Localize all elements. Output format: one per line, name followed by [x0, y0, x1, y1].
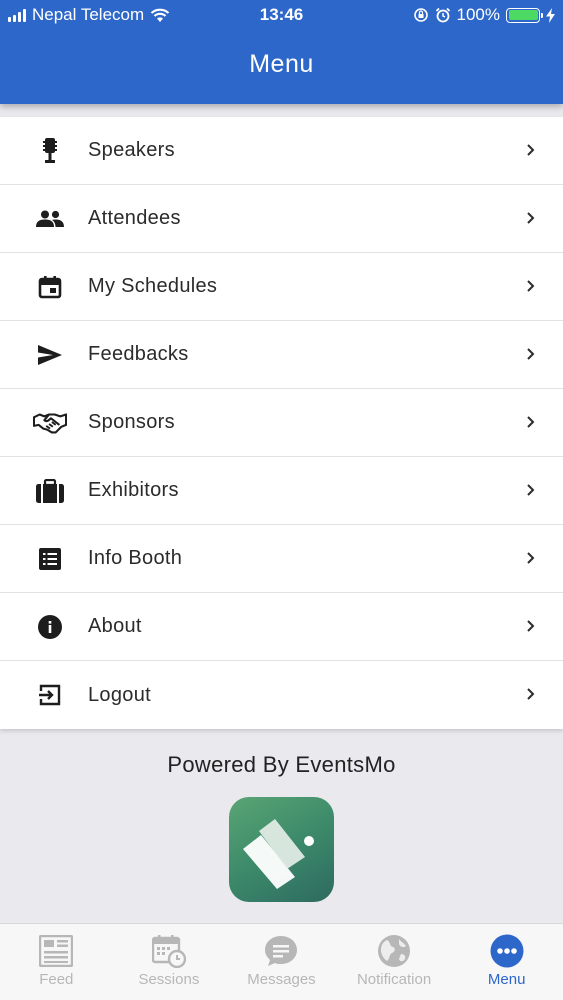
alarm-icon [435, 7, 450, 23]
chevron-right-icon [527, 144, 535, 156]
chevron-right-icon [527, 552, 535, 564]
messages-icon [263, 933, 299, 969]
tab-label: Notification [356, 971, 432, 988]
tab-menu[interactable]: Menu [450, 924, 563, 1000]
menu-item-label: Attendees [88, 207, 181, 229]
calendar-icon [33, 270, 67, 304]
microphone-icon [33, 134, 67, 168]
menu-item-label: Speakers [88, 139, 175, 161]
chevron-right-icon [527, 212, 535, 224]
chevron-right-icon [527, 620, 535, 632]
tab-feed[interactable]: Feed [0, 924, 113, 1000]
chevron-right-icon [527, 484, 535, 496]
chevron-right-icon [527, 348, 535, 360]
orientation-lock-icon [413, 8, 428, 22]
menu-item-logout[interactable]: Logout [0, 661, 563, 729]
menu-item-speakers[interactable]: Speakers [0, 117, 563, 185]
tab-label: Sessions [138, 971, 200, 988]
menu-item-label: Logout [88, 683, 151, 706]
menu-item-label: About [88, 615, 142, 637]
app-header: Nepal Telecom 13:46 100% Menu [0, 0, 563, 104]
people-icon [33, 202, 67, 236]
menu-item-feedbacks[interactable]: Feedbacks [0, 321, 563, 389]
globe-icon [376, 933, 412, 969]
status-bar: Nepal Telecom 13:46 100% [0, 0, 563, 30]
chevron-right-icon [527, 280, 535, 292]
sessions-icon [151, 933, 187, 969]
logout-icon [33, 678, 67, 712]
powered-by-text: Powered By EventsMo [167, 752, 396, 777]
chevron-right-icon [527, 688, 535, 700]
charging-icon [546, 7, 555, 23]
tab-notification[interactable]: Notification [338, 924, 451, 1000]
menu-item-label: Info Booth [88, 547, 183, 569]
tab-sessions[interactable]: Sessions [113, 924, 226, 1000]
eventsmo-logo [229, 797, 334, 902]
menu-item-attendees[interactable]: Attendees [0, 185, 563, 253]
tab-label: Feed [39, 971, 74, 988]
menu-item-label: Sponsors [88, 411, 175, 433]
send-icon [33, 338, 67, 372]
page-title: Menu [249, 50, 314, 78]
battery-percent: 100% [456, 5, 500, 24]
tab-messages[interactable]: Messages [225, 924, 338, 1000]
menu-item-sponsors[interactable]: Sponsors [0, 389, 563, 457]
tab-bar: Feed Sessions Messages Notification Menu [0, 923, 563, 1000]
list-icon [33, 542, 67, 576]
menu-list: Speakers Attendees My Schedules Feedback… [0, 117, 563, 729]
menu-item-my-schedules[interactable]: My Schedules [0, 253, 563, 321]
feed-icon [38, 933, 74, 969]
chevron-right-icon [527, 416, 535, 428]
menu-item-exhibitors[interactable]: Exhibitors [0, 457, 563, 525]
more-icon [489, 933, 525, 969]
briefcase-icon [33, 474, 67, 508]
tab-label: Messages [247, 971, 316, 988]
battery-icon [506, 7, 543, 23]
info-icon [33, 610, 67, 644]
menu-item-label: Exhibitors [88, 479, 179, 501]
menu-item-label: Feedbacks [88, 343, 189, 365]
tab-label: Menu [487, 971, 526, 988]
menu-item-about[interactable]: About [0, 593, 563, 661]
menu-item-label: My Schedules [88, 275, 218, 297]
handshake-icon [33, 406, 67, 440]
menu-item-info-booth[interactable]: Info Booth [0, 525, 563, 593]
